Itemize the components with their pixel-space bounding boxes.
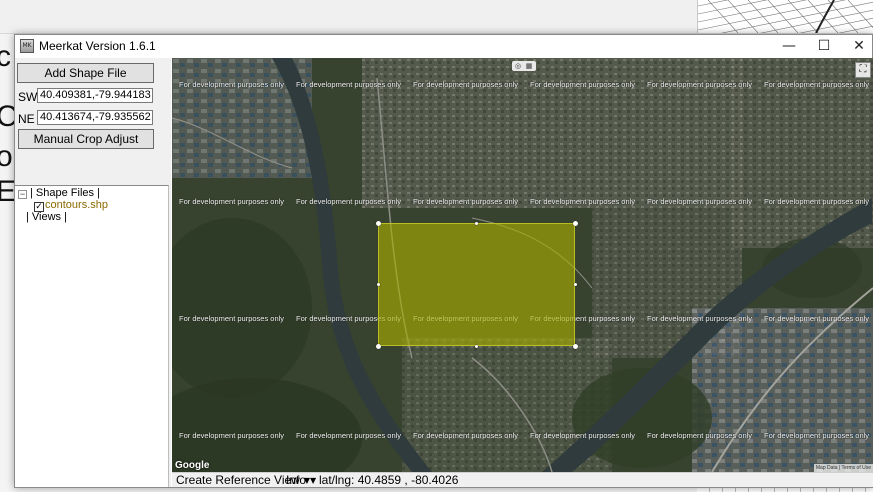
crop-handle[interactable]: [376, 221, 381, 226]
tree-item-label: contours.shp: [45, 199, 108, 211]
layer-tree: − | Shape Files | ✓ contours.shp | Views |: [15, 185, 169, 487]
development-watermark: For development purposes only: [647, 431, 753, 440]
development-watermark: For development purposes only: [413, 431, 519, 440]
development-watermark: For development purposes only: [296, 80, 402, 89]
info-dropdown[interactable]: Info ▼: [286, 473, 316, 488]
background-text-fragment: c: [0, 40, 11, 73]
development-watermark: For development purposes only: [647, 80, 753, 89]
latlng-readout: lat/lng: 40.4859 , -80.4026: [319, 473, 458, 487]
development-watermark: For development purposes only: [764, 431, 870, 440]
crop-handle[interactable]: [475, 222, 478, 225]
background-text-fragment: o: [0, 140, 13, 173]
tree-item-views[interactable]: | Views |: [26, 211, 67, 223]
crop-handle[interactable]: [573, 344, 578, 349]
map-layer-control[interactable]: ◎ ▦: [512, 61, 536, 71]
layer-toggle-icon[interactable]: ◎: [514, 62, 522, 70]
google-logo: Google: [175, 460, 210, 471]
development-watermark: For development purposes only: [764, 197, 870, 206]
development-watermark: For development purposes only: [647, 197, 753, 206]
info-label: Info: [286, 473, 307, 487]
title-bar[interactable]: MK Meerkat Version 1.6.1 — ☐ ✕: [15, 35, 872, 58]
crop-selection-rectangle[interactable]: [378, 223, 575, 346]
control-panel: Add Shape File SW 40.409381,-79.944183 N…: [15, 58, 171, 487]
view-selector-label: Create Reference View: [176, 473, 300, 487]
crop-handle[interactable]: [475, 345, 478, 348]
maximize-button[interactable]: ☐: [806, 35, 842, 58]
meerkat-window: MK Meerkat Version 1.6.1 — ☐ ✕ Add Shape…: [14, 34, 873, 488]
dropdown-arrow-icon: ▼: [310, 476, 317, 485]
crop-handle[interactable]: [376, 344, 381, 349]
latlng-value: 40.4859 , -80.4026: [357, 473, 459, 487]
collapse-icon[interactable]: −: [18, 190, 27, 199]
close-button[interactable]: ✕: [841, 35, 873, 58]
crop-handle[interactable]: [574, 283, 577, 286]
crop-handle[interactable]: [377, 283, 380, 286]
sw-coordinate-input[interactable]: 40.409381,-79.944183: [37, 88, 153, 103]
development-watermark: For development purposes only: [413, 197, 519, 206]
development-watermark: For development purposes only: [530, 431, 636, 440]
development-watermark: For development purposes only: [530, 197, 636, 206]
ne-coordinate-input[interactable]: 40.413674,-79.935562: [37, 110, 153, 125]
background-grid-image: [697, 0, 873, 33]
add-shape-file-button[interactable]: Add Shape File: [17, 63, 154, 83]
development-watermark: For development purposes only: [764, 80, 870, 89]
development-watermark: For development purposes only: [179, 314, 285, 323]
development-watermark: For development purposes only: [413, 80, 519, 89]
fullscreen-icon[interactable]: ⛶: [855, 62, 871, 78]
development-watermark: For development purposes only: [647, 314, 753, 323]
tree-item-shape-files[interactable]: − | Shape Files |: [18, 187, 100, 199]
grid-toggle-icon[interactable]: ▦: [525, 62, 533, 70]
development-watermark: For development purposes only: [764, 314, 870, 323]
development-watermark: For development purposes only: [530, 80, 636, 89]
window-title: Meerkat Version 1.6.1: [39, 39, 156, 53]
minimize-button[interactable]: —: [771, 35, 807, 58]
ne-label: NE: [18, 112, 35, 126]
manual-crop-adjust-button[interactable]: Manual Crop Adjust: [18, 129, 154, 149]
development-watermark: For development purposes only: [296, 197, 402, 206]
tree-item-label: | Views |: [26, 211, 67, 223]
development-watermark: For development purposes only: [296, 431, 402, 440]
latlng-label: lat/lng:: [319, 473, 355, 487]
tree-item-label: | Shape Files |: [30, 187, 100, 199]
development-watermark: For development purposes only: [179, 80, 285, 89]
sw-label: SW: [18, 90, 38, 104]
development-watermark: For development purposes only: [179, 431, 285, 440]
meerkat-app-icon: MK: [20, 39, 34, 53]
satellite-map[interactable]: ◎ ▦ ⛶ For development purposes only For d…: [172, 58, 873, 472]
crop-handle[interactable]: [573, 221, 578, 226]
map-attribution[interactable]: Map Data | Terms of Use: [813, 464, 873, 472]
development-watermark: For development purposes only: [179, 197, 285, 206]
status-bar: Create Reference View ▼ Info ▼ lat/lng: 40…: [172, 472, 873, 487]
